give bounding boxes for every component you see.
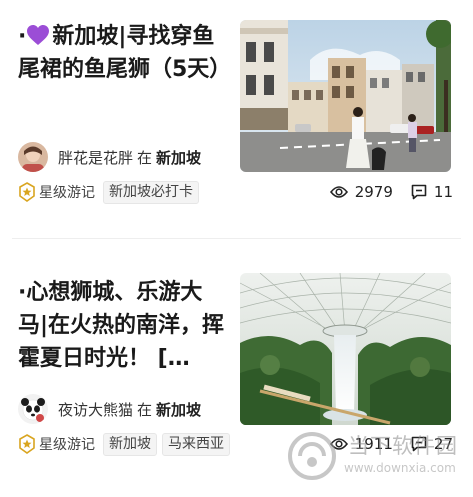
star-badge-icon <box>19 182 35 202</box>
views-stat: 1911 <box>329 435 393 453</box>
tag-row: 星级游记 新加坡 马来西亚 <box>18 432 235 456</box>
star-travelogue-label: 星级游记 <box>39 437 95 453</box>
purple-heart-icon <box>27 25 50 45</box>
post-card[interactable]: ·心想狮城、乐游大马|在火热的南洋，挥霍夏日时光！ [… 夜访大熊猫 在 新加坡… <box>0 256 473 497</box>
comment-icon <box>411 436 427 452</box>
comments-stat[interactable]: 27 <box>411 435 453 453</box>
at-label: 在 <box>137 148 153 167</box>
card-divider <box>12 238 461 239</box>
author-name[interactable]: 胖花是花胖 <box>58 147 133 168</box>
comments-count: 11 <box>433 183 453 201</box>
at-label: 在 <box>137 400 153 419</box>
tag-chip[interactable]: 新加坡 <box>103 432 157 456</box>
tag-row: 星级游记 新加坡必打卡 <box>18 180 204 204</box>
views-stat: 2979 <box>329 183 393 201</box>
comments-count: 27 <box>433 435 453 453</box>
tag-chip[interactable]: 马来西亚 <box>162 432 230 456</box>
location-label[interactable]: 新加坡 <box>156 147 201 168</box>
comments-stat[interactable]: 11 <box>411 183 453 201</box>
comment-icon <box>411 184 427 200</box>
stats-row: 2979 11 <box>329 180 453 204</box>
stats-row: 1911 27 <box>329 432 453 456</box>
views-count: 2979 <box>354 183 393 201</box>
post-thumbnail[interactable] <box>240 273 451 425</box>
avatar[interactable] <box>18 142 48 172</box>
post-title[interactable]: · 新加坡|寻找穿鱼尾裙的鱼尾狮（5天） <box>18 20 231 86</box>
post-thumbnail[interactable] <box>240 20 451 172</box>
title-prefix: · <box>18 24 27 49</box>
views-count: 1911 <box>354 435 393 453</box>
author-row[interactable]: 夜访大熊猫 在 新加坡 <box>18 393 201 425</box>
post-title[interactable]: ·心想狮城、乐游大马|在火热的南洋，挥霍夏日时光！ [… <box>18 276 228 375</box>
star-badge-icon <box>19 434 35 454</box>
avatar[interactable] <box>18 394 48 424</box>
author-row[interactable]: 胖花是花胖 在 新加坡 <box>18 141 201 173</box>
eye-icon <box>329 186 348 198</box>
post-card[interactable]: · 新加坡|寻找穿鱼尾裙的鱼尾狮（5天） 胖花是花胖 在 新加坡 星级游记 新加坡… <box>0 0 473 236</box>
star-travelogue-label: 星级游记 <box>39 185 95 201</box>
tag-chip[interactable]: 新加坡必打卡 <box>103 180 199 204</box>
eye-icon <box>329 438 348 450</box>
author-name[interactable]: 夜访大熊猫 <box>58 399 133 420</box>
location-label[interactable]: 新加坡 <box>156 399 201 420</box>
